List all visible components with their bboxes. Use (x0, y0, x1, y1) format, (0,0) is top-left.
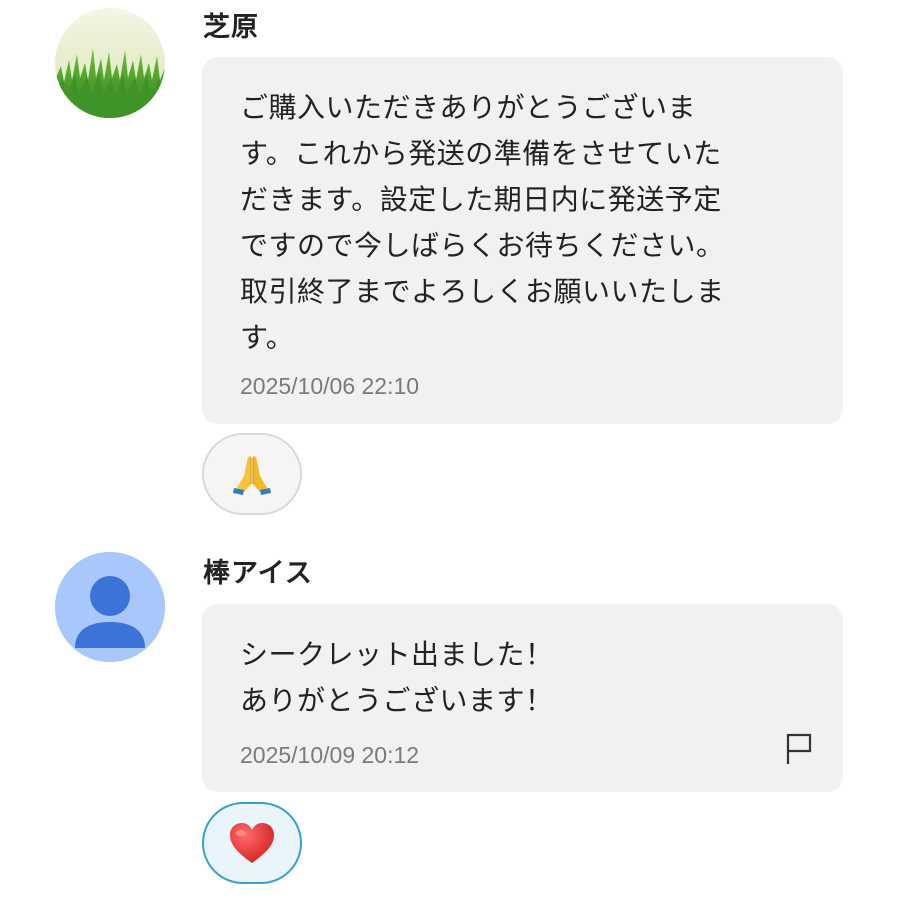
default-person-avatar (55, 552, 165, 662)
message-bubble: シークレット出ました！ ありがとうございます！ 2025/10/09 20:12 (202, 604, 843, 792)
user-avatar-default[interactable] (55, 552, 165, 662)
reaction-button[interactable] (202, 433, 302, 515)
username[interactable]: 芝原 (203, 10, 259, 46)
reaction-button[interactable] (202, 802, 302, 884)
message-timestamp: 2025/10/09 20:12 (240, 742, 420, 768)
message-bubble: ご購入いただきありがとうございま す。これから発送の準備をさせていた だきます。… (202, 57, 843, 424)
grass-photo-avatar (55, 8, 165, 118)
red-heart-icon (230, 823, 274, 863)
message-text: ご購入いただきありがとうございま す。これから発送の準備をさせていた だきます。… (240, 91, 725, 354)
message-timestamp: 2025/10/06 22:10 (240, 373, 420, 399)
chat-thread: 芝原 ご購入いただきありがとうございま す。これから発送の準備をさせていた だき… (0, 0, 900, 900)
flag-icon[interactable] (784, 732, 814, 766)
message-text: シークレット出ました！ ありがとうございます！ (240, 638, 554, 717)
username[interactable]: 棒アイス (203, 556, 313, 592)
user-avatar-grass[interactable] (55, 8, 165, 118)
praying-hands-icon (233, 456, 271, 495)
